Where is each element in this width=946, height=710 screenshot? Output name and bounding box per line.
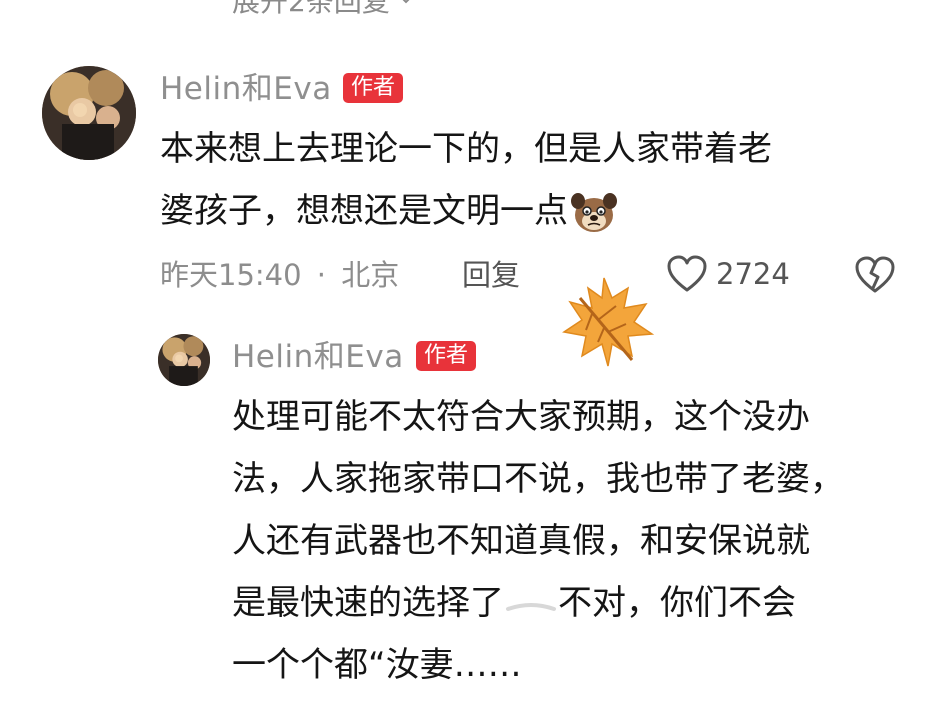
reply-text-line: 法，人家拖家带口不说，我也带了老婆， [232,459,844,499]
comment-text-line: 本来想上去理论一下的，但是人家带着老 [160,129,772,169]
comment-thread: 展开2条回复 Helin和Eva 作者 本来想上去理论一下的，但是人家带着老 婆… [0,0,946,710]
maple-leaf-icon [562,277,655,367]
comment-text-line: 婆孩子，想想还是文明一点 [160,180,920,242]
reply-text-segment: 不对，你们不会 [558,583,796,623]
reply-text-line: 一个个都“汝妻…… [232,645,522,685]
comment-meta: 昨天15:40 · 北京 [160,261,399,290]
comment-text: 本来想上去理论一下的，但是人家带着老 婆孩子，想想还是文明一点 [160,118,920,242]
reply-text-line: 是最快速的选择了 不对，你们不会 [232,572,932,634]
reply-text-segment: 是最快速的选择了 [232,583,504,623]
author-badge: 作者 [343,73,404,103]
reply-text-line: 人还有武器也不知道真假，和安保说就 [232,521,810,561]
expand-replies-link[interactable]: 展开2条回复 [232,0,414,20]
dog-emoji-icon [571,192,617,232]
comment-time: 昨天15:40 [160,258,302,292]
like-button[interactable]: 2724 [666,254,790,294]
chevron-down-icon [402,0,410,4]
reply-username[interactable]: Helin和Eva [232,342,404,373]
heart-outline-icon [667,255,707,292]
avatar[interactable] [42,66,136,160]
reply-avatar[interactable] [158,334,210,386]
comment-text-line-content: 婆孩子，想想还是文明一点 [160,191,568,231]
broken-heart-icon[interactable] [854,255,896,295]
smirk-emoji-icon [506,602,556,611]
meta-separator: · [316,258,327,292]
reply-text: 处理可能不太符合大家预期，这个没办 法，人家拖家带口不说，我也带了老婆， 人还有… [232,386,932,696]
reply-text-line: 处理可能不太符合大家预期，这个没办 [232,397,810,437]
comment-location: 北京 [341,258,400,292]
comment-username[interactable]: Helin和Eva [160,74,332,105]
expand-replies-label: 展开2条回复 [232,0,390,18]
reply-button[interactable]: 回复 [462,261,520,290]
reply-author-badge: 作者 [416,341,477,371]
like-count: 2724 [716,256,790,291]
